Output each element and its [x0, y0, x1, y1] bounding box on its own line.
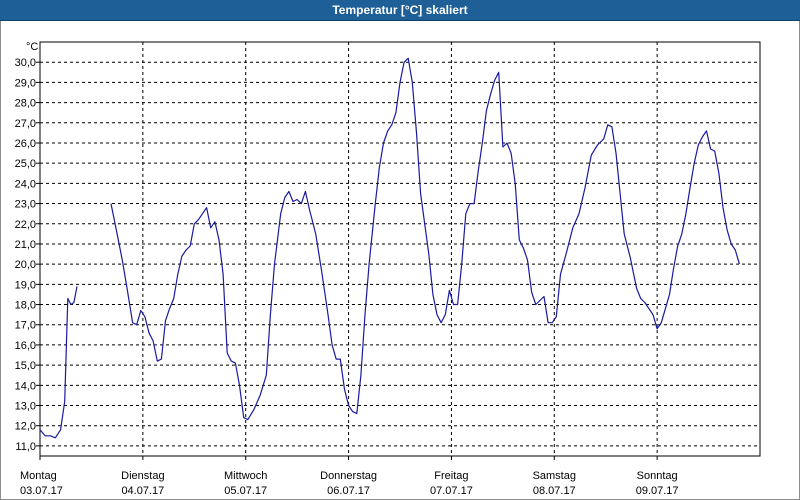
x-tick-date-label: 07.07.17 — [430, 485, 473, 497]
y-tick-label: 16,0 — [15, 340, 36, 352]
y-tick-label: 20,0 — [15, 259, 36, 271]
x-tick-day-label: Samstag — [533, 470, 576, 482]
y-tick-label: 18,0 — [15, 300, 36, 312]
y-tick-label: 22,0 — [15, 219, 36, 231]
y-tick-label: 17,0 — [15, 320, 36, 332]
y-tick-label: 27,0 — [15, 118, 36, 130]
x-tick-day-label: Dienstag — [121, 470, 164, 482]
x-tick-date-label: 03.07.17 — [20, 485, 63, 497]
plot-area — [39, 41, 761, 457]
y-tick-label: 30,0 — [15, 57, 36, 69]
y-axis-unit: °C — [26, 41, 38, 53]
x-tick-date-label: 05.07.17 — [224, 485, 267, 497]
y-tick-label: 23,0 — [15, 199, 36, 211]
x-tick-date-label: 09.07.17 — [636, 485, 679, 497]
x-tick-day-label: Freitag — [434, 470, 468, 482]
y-tick-label: 12,0 — [15, 421, 36, 433]
y-tick-label: 13,0 — [15, 401, 36, 413]
y-tick-label: 28,0 — [15, 98, 36, 110]
y-tick-label: 21,0 — [15, 239, 36, 251]
y-tick-label: 15,0 — [15, 360, 36, 372]
temperature-chart: 11,0 12,0 13,0 14,0 15,0 16,0 17,0 18,0 19,0 20,0… — [15, 41, 761, 497]
x-tick-labels: Montag 03.07.17 Dienstag 04.07.17 Mittwoch 05… — [20, 470, 679, 497]
y-tick-label: 11,0 — [15, 441, 36, 453]
y-tick-labels: 11,0 12,0 13,0 14,0 15,0 16,0 17,0 18,0 19,0 20,0… — [15, 57, 36, 453]
x-tick-day-label: Donnerstag — [320, 470, 377, 482]
y-tick-label: 26,0 — [15, 138, 36, 150]
y-tick-label: 25,0 — [15, 158, 36, 170]
y-tick-label: 29,0 — [15, 77, 36, 89]
y-tick-label: 19,0 — [15, 279, 36, 291]
x-tick-day-label: Sonntag — [637, 470, 678, 482]
y-tick-label: 24,0 — [15, 178, 36, 190]
y-tick-label: 14,0 — [15, 380, 36, 392]
x-tick-day-label: Mittwoch — [224, 470, 267, 482]
x-tick-date-label: 08.07.17 — [533, 485, 576, 497]
x-tick-date-label: 06.07.17 — [327, 485, 370, 497]
x-tick-day-label: Montag — [20, 470, 57, 482]
x-tick-date-label: 04.07.17 — [121, 485, 164, 497]
